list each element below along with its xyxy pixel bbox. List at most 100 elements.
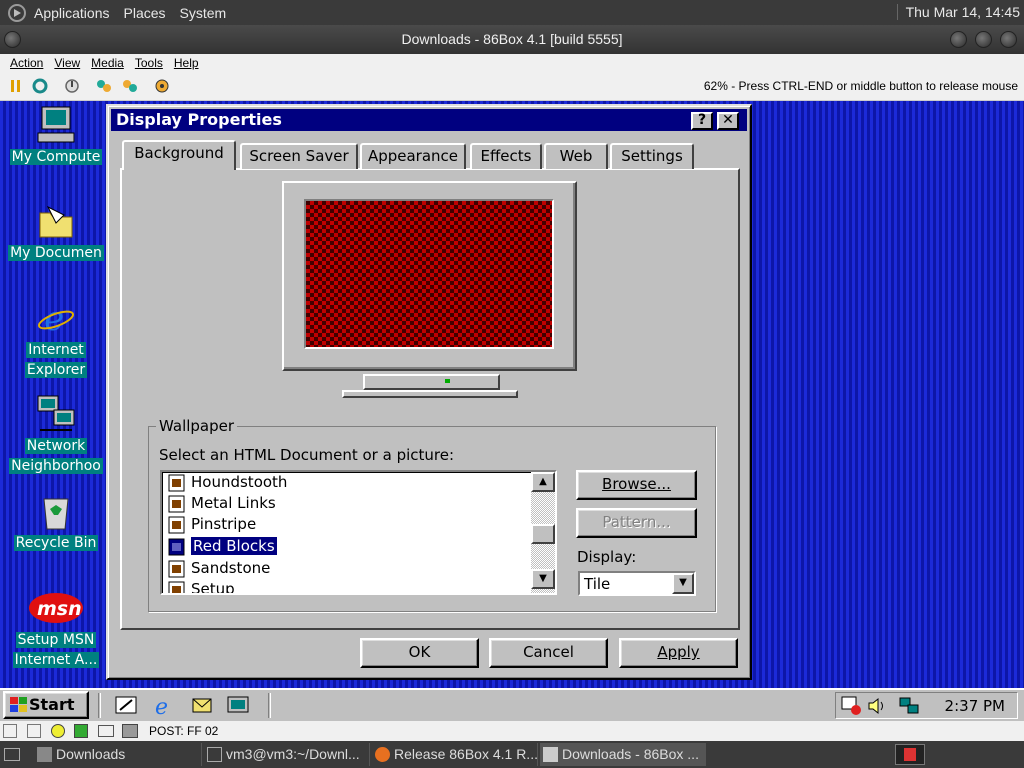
window-titlebar[interactable]: Downloads - 86Box 4.1 [build 5555] (0, 25, 1024, 54)
chevron-down-icon[interactable]: ▼ (672, 573, 694, 594)
tab-appearance[interactable]: Appearance (360, 143, 466, 169)
quicklaunch-channels-icon[interactable] (226, 695, 250, 717)
network-tray-icon[interactable] (898, 696, 920, 716)
image-file-icon (166, 516, 188, 534)
win98-taskbar: Start e 2:37 PM (0, 688, 1024, 721)
pause-icon[interactable] (8, 78, 24, 94)
menu-action[interactable]: Action (0, 56, 48, 70)
list-scrollbar[interactable]: ▲ ▼ (531, 472, 555, 593)
minimize-icon[interactable] (950, 31, 967, 48)
menu-bar: Action View Media Tools Help (0, 54, 1024, 72)
close-icon[interactable] (1000, 31, 1017, 48)
ctrl-alt-del-icon[interactable] (96, 78, 112, 94)
terminal-icon (207, 747, 222, 762)
network-card-icon[interactable] (98, 725, 114, 737)
maximize-icon[interactable] (975, 31, 992, 48)
dialog-title: Display Properties (116, 110, 282, 129)
list-item[interactable]: Metal Links (166, 493, 276, 514)
desktop-icon-recycle-bin[interactable]: Recycle Bin (4, 491, 108, 555)
desktop-icon-my-documents[interactable]: My Documen (4, 201, 108, 265)
emulator-status-bar: POST: FF 02 (0, 721, 1024, 741)
menu-media[interactable]: Media (85, 56, 129, 70)
toolbar: 62% - Press CTRL-END or middle button to… (0, 72, 1024, 101)
desktop-icon-internet-explorer[interactable]: e Internet Explorer (4, 298, 108, 382)
emulated-screen[interactable]: My Compute My Documen e Internet Explore… (0, 101, 1024, 690)
monitor-preview (282, 181, 577, 371)
gnome-top-panel: Applications Places System Thu Mar 14, 1… (0, 0, 1024, 25)
msn-icon: msn (28, 588, 84, 628)
task-86box[interactable]: Downloads - 86Box ... (540, 743, 706, 766)
task-downloads-folder[interactable]: Downloads (34, 743, 202, 766)
post-code: POST: FF 02 (149, 724, 219, 738)
floppy-icon[interactable] (27, 724, 41, 738)
gnome-foot-icon[interactable] (8, 3, 26, 22)
image-file-icon (166, 538, 188, 556)
dialog-titlebar[interactable]: Display Properties ? ✕ (111, 109, 747, 131)
tab-background[interactable]: Background (122, 140, 236, 170)
window-title: Downloads - 86Box 4.1 [build 5555] (401, 31, 623, 47)
cancel-button[interactable]: Cancel (489, 638, 608, 668)
start-button[interactable]: Start (3, 691, 89, 719)
scheduler-icon[interactable] (841, 696, 863, 716)
folder-icon (36, 201, 76, 241)
list-item-selected[interactable]: Red Blocks (166, 536, 278, 557)
svg-text:e: e (155, 695, 168, 717)
browse-button[interactable]: Browse... (576, 470, 697, 500)
computer-icon (36, 105, 76, 145)
network-icon (36, 394, 76, 434)
ctrl-alt-esc-icon[interactable] (122, 78, 138, 94)
sound-card-icon[interactable] (122, 724, 138, 738)
wallpaper-group-label: Wallpaper (156, 417, 238, 435)
scroll-down-icon[interactable]: ▼ (531, 569, 555, 589)
apply-button[interactable]: Apply (619, 638, 738, 668)
quicklaunch-desktop-icon[interactable] (114, 695, 138, 717)
desktop-icon-my-computer[interactable]: My Compute (4, 105, 108, 169)
tab-screen-saver[interactable]: Screen Saver (240, 143, 358, 169)
reset-icon[interactable] (32, 78, 48, 94)
workspace-switcher[interactable] (895, 744, 925, 765)
tab-web[interactable]: Web (544, 143, 608, 169)
task-terminal[interactable]: vm3@vm3:~/Downl... (204, 743, 370, 766)
volume-icon[interactable] (866, 696, 886, 716)
settings-icon[interactable] (154, 78, 170, 94)
hard-disk-icon[interactable] (74, 724, 88, 738)
list-item[interactable]: Setup (166, 579, 235, 593)
panel-clock[interactable]: Thu Mar 14, 14:45 (896, 4, 1020, 20)
floppy-icon[interactable] (3, 724, 17, 738)
menu-tools[interactable]: Tools (129, 56, 168, 70)
cdrom-icon[interactable] (51, 724, 65, 738)
pattern-button[interactable]: Pattern... (576, 508, 697, 538)
select-label: Select an HTML Document or a picture: (159, 446, 455, 464)
list-item[interactable]: Pinstripe (166, 514, 256, 535)
help-button[interactable]: ? (691, 112, 713, 130)
ok-button[interactable]: OK (360, 638, 479, 668)
menu-help[interactable]: Help (168, 56, 204, 70)
show-desktop-icon[interactable] (4, 748, 20, 761)
window-menu-icon[interactable] (4, 31, 21, 48)
image-file-icon (166, 495, 188, 513)
wallpaper-list[interactable]: Houndstooth Metal Links Pinstripe Red Bl… (160, 470, 557, 595)
quicklaunch-outlook-icon[interactable] (190, 695, 214, 717)
list-item[interactable]: Sandstone (166, 558, 270, 579)
quicklaunch-ie-icon[interactable]: e (152, 695, 176, 720)
msn-logo-text: msn (37, 598, 82, 620)
recycle-bin-icon (36, 491, 76, 531)
monitor-base (363, 374, 500, 390)
dialog-close-button[interactable]: ✕ (717, 112, 739, 130)
scroll-thumb[interactable] (531, 524, 555, 544)
tab-settings[interactable]: Settings (610, 143, 694, 169)
taskbar-clock[interactable]: 2:37 PM (945, 697, 1005, 715)
desktop-icon-network[interactable]: Network Neighborhoo (4, 394, 108, 478)
menu-places[interactable]: Places (118, 5, 174, 21)
power-icon[interactable] (64, 78, 80, 94)
display-select[interactable]: Tile ▼ (578, 571, 696, 596)
list-item[interactable]: Houndstooth (166, 472, 287, 493)
image-file-icon (166, 474, 188, 492)
desktop-icon-setup-msn[interactable]: msn Setup MSN Internet A... (4, 588, 108, 672)
menu-system[interactable]: System (174, 5, 235, 21)
menu-view[interactable]: View (48, 56, 85, 70)
menu-applications[interactable]: Applications (34, 5, 118, 21)
tab-effects[interactable]: Effects (470, 143, 542, 169)
task-firefox[interactable]: Release 86Box 4.1 R... (372, 743, 538, 766)
scroll-up-icon[interactable]: ▲ (531, 472, 555, 492)
